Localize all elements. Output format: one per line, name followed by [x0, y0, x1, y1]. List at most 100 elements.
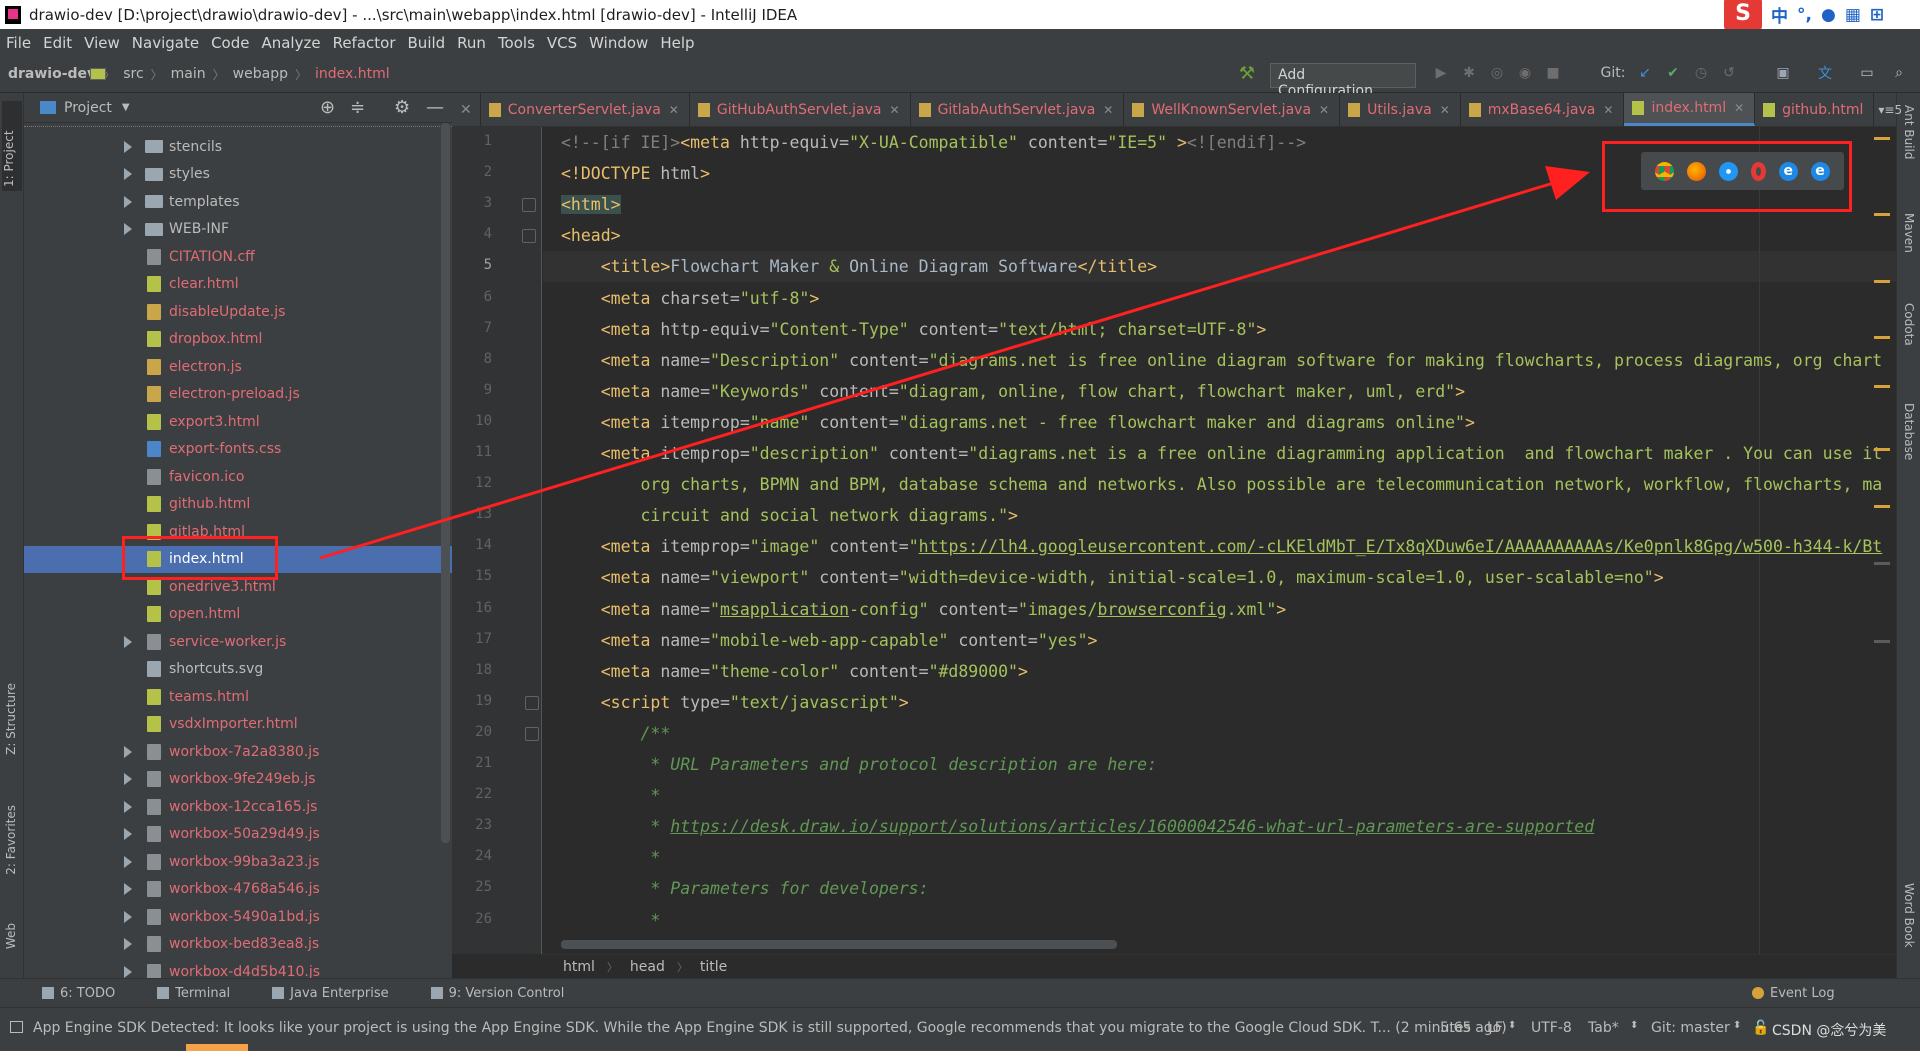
git-commit-icon[interactable]: ✔: [1664, 64, 1682, 82]
editor-tab[interactable]: ConverterServlet.java ✕: [481, 93, 690, 126]
error-stripe-mark[interactable]: [1874, 448, 1890, 451]
git-history-icon[interactable]: ◷: [1692, 64, 1710, 82]
tool-java-enterprise[interactable]: Java Enterprise: [272, 986, 389, 1001]
tool-event-log[interactable]: Event Log: [1752, 986, 1835, 1001]
close-icon[interactable]: ✕: [1319, 103, 1329, 117]
menu-window[interactable]: Window: [589, 34, 648, 52]
chevron-right-icon[interactable]: [124, 910, 132, 923]
menu-run[interactable]: Run: [457, 34, 486, 52]
hide-panel-icon[interactable]: —: [426, 97, 444, 118]
tree-node[interactable]: github.html: [24, 491, 452, 518]
menu-refactor[interactable]: Refactor: [333, 34, 396, 52]
editor-tab[interactable]: Utils.java ✕: [1340, 93, 1461, 126]
tool-tab-word-book[interactable]: Word Book: [1902, 883, 1916, 948]
tool-tab-web[interactable]: Web: [4, 923, 18, 949]
menu-view[interactable]: View: [84, 34, 120, 52]
editor-tab[interactable]: WellKnownServlet.java ✕: [1124, 93, 1341, 126]
chevron-right-icon[interactable]: [124, 800, 132, 813]
fold-marker-icon[interactable]: [525, 726, 539, 741]
close-icon[interactable]: ✕: [669, 103, 679, 117]
tree-node[interactable]: styles: [24, 161, 452, 188]
tab-close-left[interactable]: ✕: [452, 93, 481, 126]
tree-node[interactable]: workbox-bed83ea8.js: [24, 931, 452, 958]
tree-node[interactable]: workbox-7a2a8380.js: [24, 738, 452, 765]
fold-marker-icon[interactable]: [522, 229, 536, 244]
chevron-right-icon[interactable]: [124, 773, 132, 785]
translate-icon[interactable]: 文: [1816, 64, 1834, 82]
error-stripe-mark[interactable]: [1874, 640, 1890, 643]
stop-icon[interactable]: ■: [1544, 64, 1562, 82]
close-icon[interactable]: ✕: [1603, 103, 1613, 117]
chevron-right-icon[interactable]: [124, 938, 132, 950]
tool-version-control[interactable]: 9: Version Control: [430, 986, 564, 1001]
error-stripe-mark[interactable]: [1874, 336, 1890, 339]
debug-icon[interactable]: ✱: [1460, 64, 1478, 82]
project-structure-icon[interactable]: ▣: [1774, 64, 1792, 82]
search-icon[interactable]: ⌕: [1890, 64, 1908, 82]
tool-terminal[interactable]: Terminal: [157, 986, 230, 1001]
tree-node[interactable]: service-worker.js: [24, 628, 452, 655]
indent-setting[interactable]: Tab*: [1588, 1020, 1619, 1036]
menu-file[interactable]: File: [6, 34, 31, 52]
tree-node[interactable]: vsdxImporter.html: [24, 711, 452, 738]
menu-vcs[interactable]: VCS: [547, 34, 577, 52]
tree-node[interactable]: export-fonts.css: [24, 436, 452, 463]
editor-crumb-head[interactable]: head: [630, 959, 665, 975]
tree-node[interactable]: workbox-50a29d49.js: [24, 821, 452, 848]
profile-icon[interactable]: ◉: [1516, 64, 1534, 82]
chevron-right-icon[interactable]: [124, 883, 132, 895]
editor-crumb-html[interactable]: html: [563, 959, 595, 975]
chevron-right-icon[interactable]: [124, 223, 132, 235]
fold-marker-icon[interactable]: [522, 198, 536, 213]
locate-target-icon[interactable]: ⊕: [320, 97, 335, 118]
tree-node[interactable]: electron.js: [24, 353, 452, 380]
gear-icon[interactable]: ⚙: [394, 97, 410, 118]
editor-tab[interactable]: GitlabAuthServlet.java ✕: [911, 93, 1125, 126]
line-separator[interactable]: LF: [1487, 1020, 1503, 1036]
chevron-right-icon[interactable]: [124, 855, 132, 868]
tool-tab-project[interactable]: 1: Project: [2, 101, 22, 191]
ime-language[interactable]: 中: [1771, 2, 1788, 27]
tree-node[interactable]: workbox-d4d5b410.js: [24, 958, 452, 978]
lock-icon[interactable]: 🔓: [1752, 1020, 1769, 1036]
microphone-icon[interactable]: ●: [1821, 5, 1836, 25]
build-hammer-icon[interactable]: ⚒: [1238, 63, 1256, 84]
breadcrumb-src[interactable]: src 〉: [90, 66, 163, 83]
menu-edit[interactable]: Edit: [43, 34, 72, 52]
error-stripe-mark[interactable]: [1874, 562, 1890, 565]
file-encoding[interactable]: UTF-8: [1531, 1020, 1572, 1036]
close-icon[interactable]: ✕: [1734, 101, 1744, 115]
tool-tab-database[interactable]: Database: [1902, 403, 1916, 460]
fold-marker-icon[interactable]: [525, 695, 539, 710]
error-stripe-mark[interactable]: [1874, 385, 1890, 388]
tree-node[interactable]: WEB-INF: [24, 216, 452, 243]
tree-node[interactable]: workbox-5490a1bd.js: [24, 903, 452, 930]
git-rollback-icon[interactable]: ↺: [1720, 64, 1738, 82]
grid-icon[interactable]: ⊞: [1870, 5, 1884, 25]
tree-node[interactable]: dropbox.html: [24, 326, 452, 353]
collapse-all-icon[interactable]: ≑: [350, 97, 365, 118]
tree-node[interactable]: workbox-99ba3a23.js: [24, 848, 452, 875]
tree-node[interactable]: open.html: [24, 601, 452, 628]
editor-tab[interactable]: GitHubAuthServlet.java ✕: [690, 93, 911, 126]
breadcrumb-file[interactable]: index.html: [90, 66, 390, 82]
tree-node[interactable]: electron-preload.js: [24, 381, 452, 408]
chevron-right-icon[interactable]: [124, 965, 132, 978]
error-stripe-mark[interactable]: [1874, 505, 1890, 508]
chevron-down-icon[interactable]: ▼: [122, 102, 130, 113]
menu-code[interactable]: Code: [211, 34, 249, 52]
chevron-right-icon[interactable]: [124, 195, 132, 208]
error-stripe-mark[interactable]: [1874, 137, 1890, 140]
editor-tab[interactable]: mxBase64.java ✕: [1461, 93, 1625, 126]
close-icon[interactable]: ✕: [890, 103, 900, 117]
tree-node[interactable]: workbox-9fe249eb.js: [24, 766, 452, 793]
chevron-right-icon[interactable]: [124, 635, 132, 648]
git-update-icon[interactable]: ↙: [1636, 64, 1654, 82]
chevron-right-icon[interactable]: [124, 745, 132, 758]
menu-build[interactable]: Build: [408, 34, 446, 52]
run-icon[interactable]: ▶: [1432, 64, 1450, 82]
caret-position[interactable]: 5:65: [1440, 1020, 1471, 1036]
editor-horizontal-scrollbar[interactable]: [561, 940, 1117, 949]
close-icon[interactable]: ✕: [1440, 103, 1450, 117]
breadcrumb-main[interactable]: main 〉: [90, 66, 225, 83]
